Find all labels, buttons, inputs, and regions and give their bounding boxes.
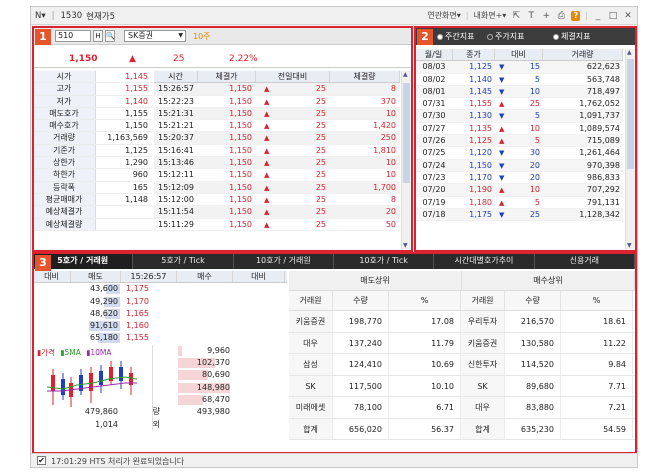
status-time: 17:01:29 <box>51 457 87 466</box>
ask-qty: 43,600 <box>90 284 118 294</box>
screen-title: 현재가5 <box>86 11 116 22</box>
close-icon[interactable]: ✕ <box>623 11 633 21</box>
status-check-icon[interactable]: ✔ <box>37 456 46 465</box>
title-bar: N▾ | 1530 현재가5 연관화면▾ | 내화면+▾ ⇱ T + ⎙ ? |… <box>31 7 637 25</box>
ask-qty: 49,290 <box>90 296 118 306</box>
ask-qty: 48,620 <box>90 308 118 318</box>
minimize-icon[interactable]: _ <box>593 11 603 21</box>
status-bar: ✔ 17:01:29 HTS 처리가 완료되었습니다 <box>31 453 637 467</box>
screen-code: 1530 <box>60 10 83 21</box>
bid-qty: 68,470 <box>202 394 230 404</box>
total-ask: 479,860 <box>84 407 118 417</box>
print-icon[interactable]: ⎙ <box>556 11 566 21</box>
bid-qty: 102,370 <box>196 358 230 368</box>
panel-2-frame <box>414 26 637 252</box>
help-icon[interactable]: ? <box>571 10 581 21</box>
after-hours-qty: 1,014 <box>95 419 118 429</box>
panel-1-badge: 1 <box>35 29 51 45</box>
ask-qty: 91,610 <box>90 321 118 331</box>
status-message: HTS 처리가 완료되었습니다 <box>89 457 185 466</box>
linked-screen-menu[interactable]: 연관화면▾ <box>427 10 460 21</box>
total-bid: 493,980 <box>196 407 230 417</box>
bid-qty: 80,690 <box>202 370 230 380</box>
font-icon[interactable]: T <box>526 11 536 21</box>
window: N▾ | 1530 현재가5 연관화면▾ | 내화면+▾ ⇱ T + ⎙ ? |… <box>30 6 638 468</box>
plus-icon[interactable]: + <box>541 11 551 21</box>
maximize-icon[interactable]: □ <box>608 11 618 21</box>
bid-qty: 9,960 <box>207 345 230 355</box>
panel-3-badge: 3 <box>35 255 51 271</box>
ask-qty: 65,180 <box>90 333 118 343</box>
link-icon[interactable]: ⇱ <box>511 11 521 21</box>
panel-3-frame <box>32 252 637 454</box>
bid-qty: 148,980 <box>196 382 230 392</box>
panel-2-badge: 2 <box>417 29 433 45</box>
panel-1-frame <box>32 26 413 252</box>
menu-button[interactable]: N▾ <box>35 11 46 21</box>
my-screen-menu[interactable]: 내화면+▾ <box>473 10 506 21</box>
